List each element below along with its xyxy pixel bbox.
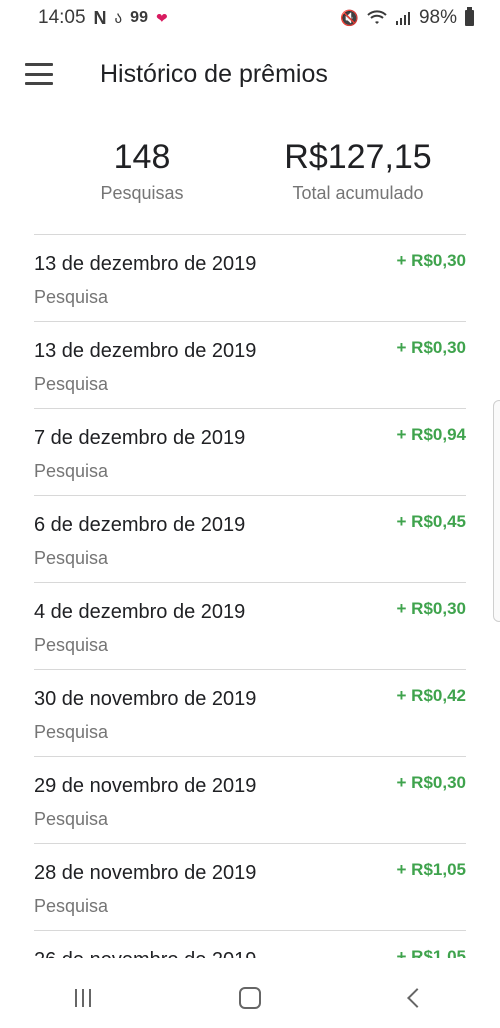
page-title: Histórico de prêmios (100, 59, 328, 88)
list-item[interactable]: 30 de novembro de 2019 Pesquisa + R$0,42 (34, 670, 466, 757)
item-amount: + R$0,94 (396, 425, 466, 444)
list-item[interactable]: 26 de novembro de 2019 Pesquisa + R$1,05 (34, 931, 466, 958)
item-type: Pesquisa (34, 374, 109, 394)
item-type: Pesquisa (34, 548, 109, 568)
item-date: 13 de dezembro de 2019 (34, 253, 257, 275)
item-type: Pesquisa (34, 809, 109, 829)
status-right: 🔇 98% (340, 7, 474, 29)
total-label: Total acumulado (292, 183, 424, 203)
list-item[interactable]: 13 de dezembro de 2019 Pesquisa + R$0,30 (34, 322, 466, 409)
status-left: 14:05 N ა 99 ❤ (38, 7, 168, 29)
battery-icon (465, 7, 474, 26)
survey-count-value: 148 (113, 138, 171, 176)
total-value: R$127,15 (284, 138, 432, 176)
rewards-list[interactable]: 13 de dezembro de 2019 Pesquisa + R$0,30… (34, 234, 466, 958)
netflix-notification-icon: N (93, 7, 107, 28)
app-notification-icon: ა (114, 10, 123, 27)
status-time: 14:05 (38, 7, 86, 28)
app-bar: Histórico de prêmios (0, 42, 500, 106)
item-date: 13 de dezembro de 2019 (34, 340, 257, 362)
item-date: 26 de novembro de 2019 (34, 949, 256, 958)
item-date: 28 de novembro de 2019 (34, 862, 257, 884)
battery-percent: 98% (418, 7, 457, 28)
item-date: 30 de novembro de 2019 (34, 688, 257, 710)
item-date: 6 de dezembro de 2019 (34, 514, 246, 536)
item-type: Pesquisa (34, 461, 109, 481)
total-stat: R$127,15 Total acumulado (268, 138, 448, 204)
app-99-notification-icon: 99 (130, 9, 148, 26)
item-date: 4 de dezembro de 2019 (34, 601, 246, 623)
list-item[interactable]: 7 de dezembro de 2019 Pesquisa + R$0,94 (34, 409, 466, 496)
list-item[interactable]: 29 de novembro de 2019 Pesquisa + R$0,30 (34, 757, 466, 844)
survey-count-label: Pesquisas (100, 183, 184, 203)
item-type: Pesquisa (34, 896, 109, 916)
mute-icon: 🔇 (340, 10, 359, 27)
status-bar: 14:05 N ა 99 ❤ 🔇 98% (0, 0, 500, 36)
list-item[interactable]: 4 de dezembro de 2019 Pesquisa + R$0,30 (34, 583, 466, 670)
item-amount: + R$0,45 (396, 512, 466, 531)
list-item[interactable]: 28 de novembro de 2019 Pesquisa + R$1,05 (34, 844, 466, 931)
back-icon (406, 988, 427, 1008)
item-amount: + R$0,30 (396, 599, 466, 618)
list-item[interactable]: 13 de dezembro de 2019 Pesquisa + R$0,30 (34, 235, 466, 322)
back-button[interactable] (387, 978, 447, 1018)
item-date: 7 de dezembro de 2019 (34, 427, 246, 449)
recent-apps-button[interactable] (53, 978, 113, 1018)
item-amount: + R$0,30 (396, 251, 466, 270)
recent-apps-icon (75, 989, 92, 1007)
item-date: 29 de novembro de 2019 (34, 775, 257, 797)
home-button[interactable] (220, 978, 280, 1018)
edge-panel-handle[interactable] (493, 400, 500, 622)
item-amount: + R$1,05 (396, 947, 466, 958)
item-amount: + R$0,42 (396, 686, 466, 705)
heart-notification-icon: ❤ (155, 9, 168, 26)
item-amount: + R$0,30 (396, 773, 466, 792)
item-type: Pesquisa (34, 722, 109, 742)
survey-count-stat: 148 Pesquisas (62, 138, 222, 204)
summary-section: 148 Pesquisas R$127,15 Total acumulado (0, 138, 500, 218)
home-icon (238, 987, 261, 1009)
hamburger-menu-icon[interactable] (25, 63, 53, 85)
wifi-icon (367, 10, 387, 24)
signal-icon (395, 12, 410, 25)
list-item[interactable]: 6 de dezembro de 2019 Pesquisa + R$0,45 (34, 496, 466, 583)
item-type: Pesquisa (34, 287, 109, 307)
item-type: Pesquisa (34, 635, 109, 655)
item-amount: + R$0,30 (396, 338, 466, 357)
item-amount: + R$1,05 (396, 860, 466, 879)
system-nav-bar (0, 968, 500, 1028)
